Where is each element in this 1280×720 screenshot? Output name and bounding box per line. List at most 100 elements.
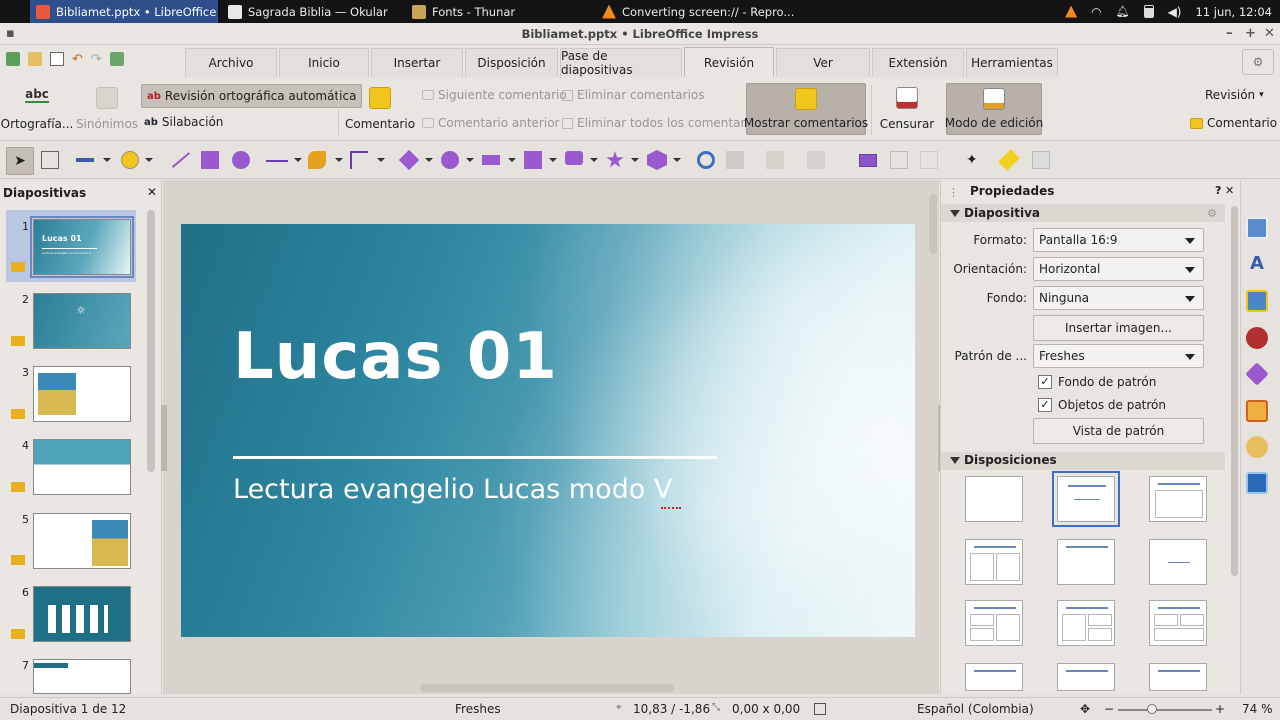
tab-pase-diapositivas[interactable]: Pase de diapositivas (560, 48, 682, 77)
line-tool-icon[interactable] (171, 152, 191, 168)
layout-2content-over[interactable] (1149, 600, 1207, 646)
chevron-down-icon[interactable] (145, 158, 153, 162)
callout-icon[interactable] (565, 151, 583, 165)
slide-thumb-1[interactable]: Lucas 01 Lectura evangelio Lucas modo V (30, 216, 134, 278)
zoom-status[interactable]: 74 % (1242, 702, 1273, 716)
close-icon[interactable]: ✕ (147, 185, 157, 199)
symbol-shapes-icon[interactable] (441, 151, 459, 169)
styles-deck-icon[interactable]: A (1246, 253, 1268, 275)
slide-thumb-5[interactable] (33, 513, 131, 569)
maximize-button[interactable]: + (1245, 23, 1256, 45)
auto-spellcheck-toggle[interactable]: ab Revisión ortográfica automática (141, 84, 363, 108)
slide-subtitle[interactable]: Lectura evangelio Lucas modo V (233, 474, 672, 505)
section-layouts-header[interactable]: Disposiciones (950, 453, 1057, 467)
slide-title[interactable]: Lucas 01 (233, 320, 558, 394)
more-options-icon[interactable]: ⚙ (1207, 207, 1217, 220)
layout-title-content[interactable] (1149, 476, 1207, 522)
animation-deck-icon[interactable] (1246, 436, 1268, 458)
thesaurus-button[interactable]: Sinónimos (76, 83, 138, 135)
tab-insertar[interactable]: Insertar (371, 48, 463, 77)
3d-objects-icon[interactable] (647, 150, 667, 170)
workspace-horizontal-scrollbar[interactable] (420, 684, 674, 692)
volume-icon[interactable]: ◀) (1168, 5, 1182, 19)
master-slides-deck-icon[interactable] (1246, 472, 1268, 494)
fill-color-icon[interactable] (121, 151, 139, 169)
revision-menu-button[interactable]: Revisión ▾ (1205, 88, 1264, 102)
tab-archivo[interactable]: Archivo (185, 48, 277, 77)
slide-thumb-2[interactable]: ☼ (33, 293, 131, 349)
task-thunar[interactable]: Fonts - Thunar (406, 0, 586, 23)
close-button[interactable]: ✕ (1264, 23, 1275, 45)
arrange-icon[interactable] (766, 151, 784, 169)
chevron-down-icon[interactable] (335, 158, 343, 162)
navigator-deck-icon[interactable] (1246, 327, 1268, 349)
align-icon[interactable] (726, 151, 744, 169)
tab-inicio[interactable]: Inicio (279, 48, 369, 77)
master-view-button[interactable]: Vista de patrón (1033, 418, 1204, 444)
present-icon[interactable] (109, 52, 124, 66)
slide-thumb-6[interactable] (33, 586, 131, 642)
ellipse-tool-icon[interactable] (232, 151, 250, 169)
clock[interactable]: 11 jun, 12:04 (1195, 5, 1272, 19)
layout-title-slide[interactable] (1052, 471, 1120, 527)
layout-2content-title[interactable] (965, 600, 1023, 646)
master-slide-select[interactable]: Freshes (1033, 344, 1204, 368)
glue-points-icon[interactable] (998, 149, 1020, 171)
zoom-in-icon[interactable]: + (1215, 702, 1225, 716)
layout-blank[interactable] (965, 476, 1023, 522)
chevron-down-icon[interactable] (425, 158, 433, 162)
select-tool-icon[interactable]: ➤ (6, 147, 34, 175)
zoom-pan-icon[interactable] (41, 151, 59, 169)
chevron-down-icon[interactable] (377, 158, 385, 162)
sidebar-help-icon[interactable]: ? (1215, 184, 1221, 197)
chevron-down-icon[interactable] (549, 158, 557, 162)
gallery-deck-icon[interactable] (1246, 290, 1268, 312)
chevron-down-icon[interactable] (631, 158, 639, 162)
battery-icon[interactable] (1143, 5, 1154, 18)
basic-shapes-icon[interactable] (398, 149, 420, 171)
chevron-down-icon[interactable] (103, 158, 111, 162)
comment-right-button[interactable]: Comentario (1190, 116, 1277, 130)
chevron-down-icon[interactable] (294, 158, 302, 162)
zoom-slider-handle[interactable] (1147, 704, 1157, 714)
bell-icon[interactable]: 🔔︎ (1116, 5, 1130, 18)
hyphenation-button[interactable]: ab Silabación (144, 115, 223, 129)
tab-disposicion[interactable]: Disposición (465, 48, 558, 77)
points-icon[interactable]: ✦ (966, 151, 984, 169)
layout-6content[interactable] (1057, 663, 1115, 691)
delete-comments-button[interactable]: Eliminar comentarios (562, 88, 705, 102)
block-arrows-icon[interactable] (482, 155, 500, 165)
transformations-icon[interactable] (697, 151, 715, 169)
slides-scrollbar[interactable] (147, 210, 155, 472)
previous-comment-button[interactable]: Comentario anterior (422, 116, 559, 130)
redact-button[interactable]: Censurar (876, 83, 938, 135)
delete-all-comments-button[interactable]: Eliminar todos los comentarios (562, 116, 762, 130)
open-icon[interactable] (28, 52, 42, 66)
wifi-icon[interactable]: ◠ (1091, 5, 1101, 19)
slide-thumb-4[interactable] (33, 439, 131, 495)
layout-centered-text[interactable] (1149, 539, 1207, 585)
layout-title-2content[interactable] (965, 539, 1023, 585)
chevron-down-icon[interactable] (673, 158, 681, 162)
chevron-down-icon[interactable] (508, 158, 516, 162)
slide-thumb-7[interactable] (33, 659, 131, 694)
window-menu-icon[interactable]: ▪ (6, 23, 15, 45)
spelling-button[interactable]: abc Ortografía... (1, 83, 74, 135)
undo-icon[interactable]: ↶ (72, 52, 83, 67)
layout-vertical[interactable] (1149, 663, 1207, 691)
next-comment-button[interactable]: Siguiente comentario (422, 88, 567, 102)
filter-icon[interactable] (920, 151, 938, 169)
edit-mode-button[interactable]: Modo de edición (945, 83, 1043, 135)
slide-transition-deck-icon[interactable] (1246, 400, 1268, 422)
show-comments-button[interactable]: Mostrar comentarios (744, 83, 868, 135)
crop-icon[interactable] (890, 151, 908, 169)
format-select[interactable]: Pantalla 16:9 (1033, 228, 1204, 252)
sidebar-scrollbar[interactable] (1231, 206, 1238, 576)
chevron-down-icon[interactable] (466, 158, 474, 162)
layout-title-only[interactable] (1057, 539, 1115, 585)
redo-icon[interactable]: ↷ (91, 52, 102, 67)
background-select[interactable]: Ninguna (1033, 286, 1204, 310)
tab-extension[interactable]: Extensión (872, 48, 964, 77)
save-icon[interactable] (50, 52, 64, 66)
zoom-out-icon[interactable]: − (1104, 702, 1114, 716)
